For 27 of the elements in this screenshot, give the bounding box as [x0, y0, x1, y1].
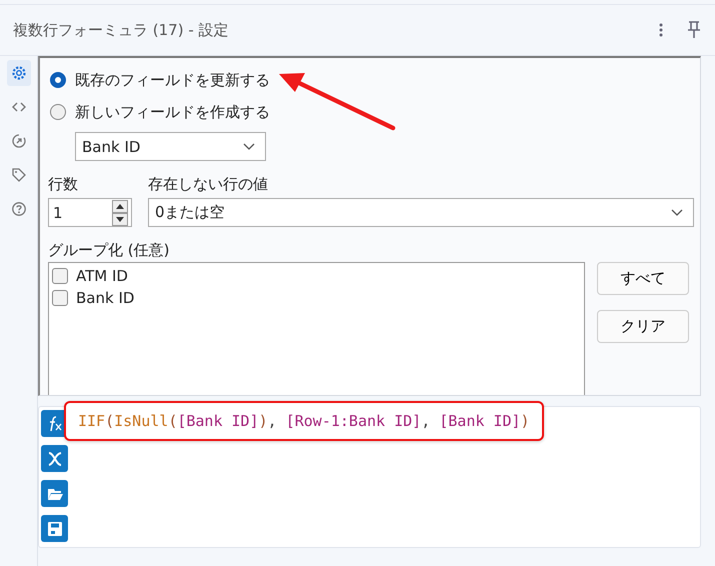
variable-icon[interactable]: [41, 445, 68, 472]
checkbox[interactable]: [52, 268, 68, 284]
field-label: 行数: [48, 175, 79, 194]
radio-button[interactable]: [50, 104, 66, 120]
pin-icon[interactable]: [687, 21, 701, 39]
field-name: Bank ID: [76, 289, 134, 307]
radio-button[interactable]: [50, 72, 66, 88]
group-label: グループ化 (任意): [48, 241, 170, 260]
field-dropdown[interactable]: Bank ID: [75, 132, 266, 161]
checkbox[interactable]: [52, 290, 68, 306]
radio-label: 新しいフィールドを作成する: [75, 102, 270, 122]
chevron-icon: [243, 142, 255, 150]
list-button[interactable]: クリア: [597, 310, 689, 343]
save-icon[interactable]: [41, 515, 68, 542]
more-icon[interactable]: [659, 23, 663, 37]
spinner-control[interactable]: [112, 200, 128, 226]
field-name: ATM ID: [76, 267, 128, 285]
rows-input[interactable]: 1: [53, 204, 63, 222]
window-title: 複数行フォーミュラ (17) - 設定: [13, 20, 230, 40]
formula-text: IIF(IsNull([Bank ID]), [Row-1:Bank ID], [Bank ID]): [78, 412, 530, 430]
settings-icon[interactable]: [6, 60, 30, 86]
list-button[interactable]: すべて: [597, 262, 689, 295]
missing-value-dropdown[interactable]: 0または空: [148, 198, 694, 227]
chevron-icon: [671, 208, 683, 216]
field-label: 存在しない行の値: [148, 175, 269, 194]
radio-label: 既存のフィールドを更新する: [75, 70, 270, 90]
folder-icon[interactable]: [41, 480, 68, 507]
